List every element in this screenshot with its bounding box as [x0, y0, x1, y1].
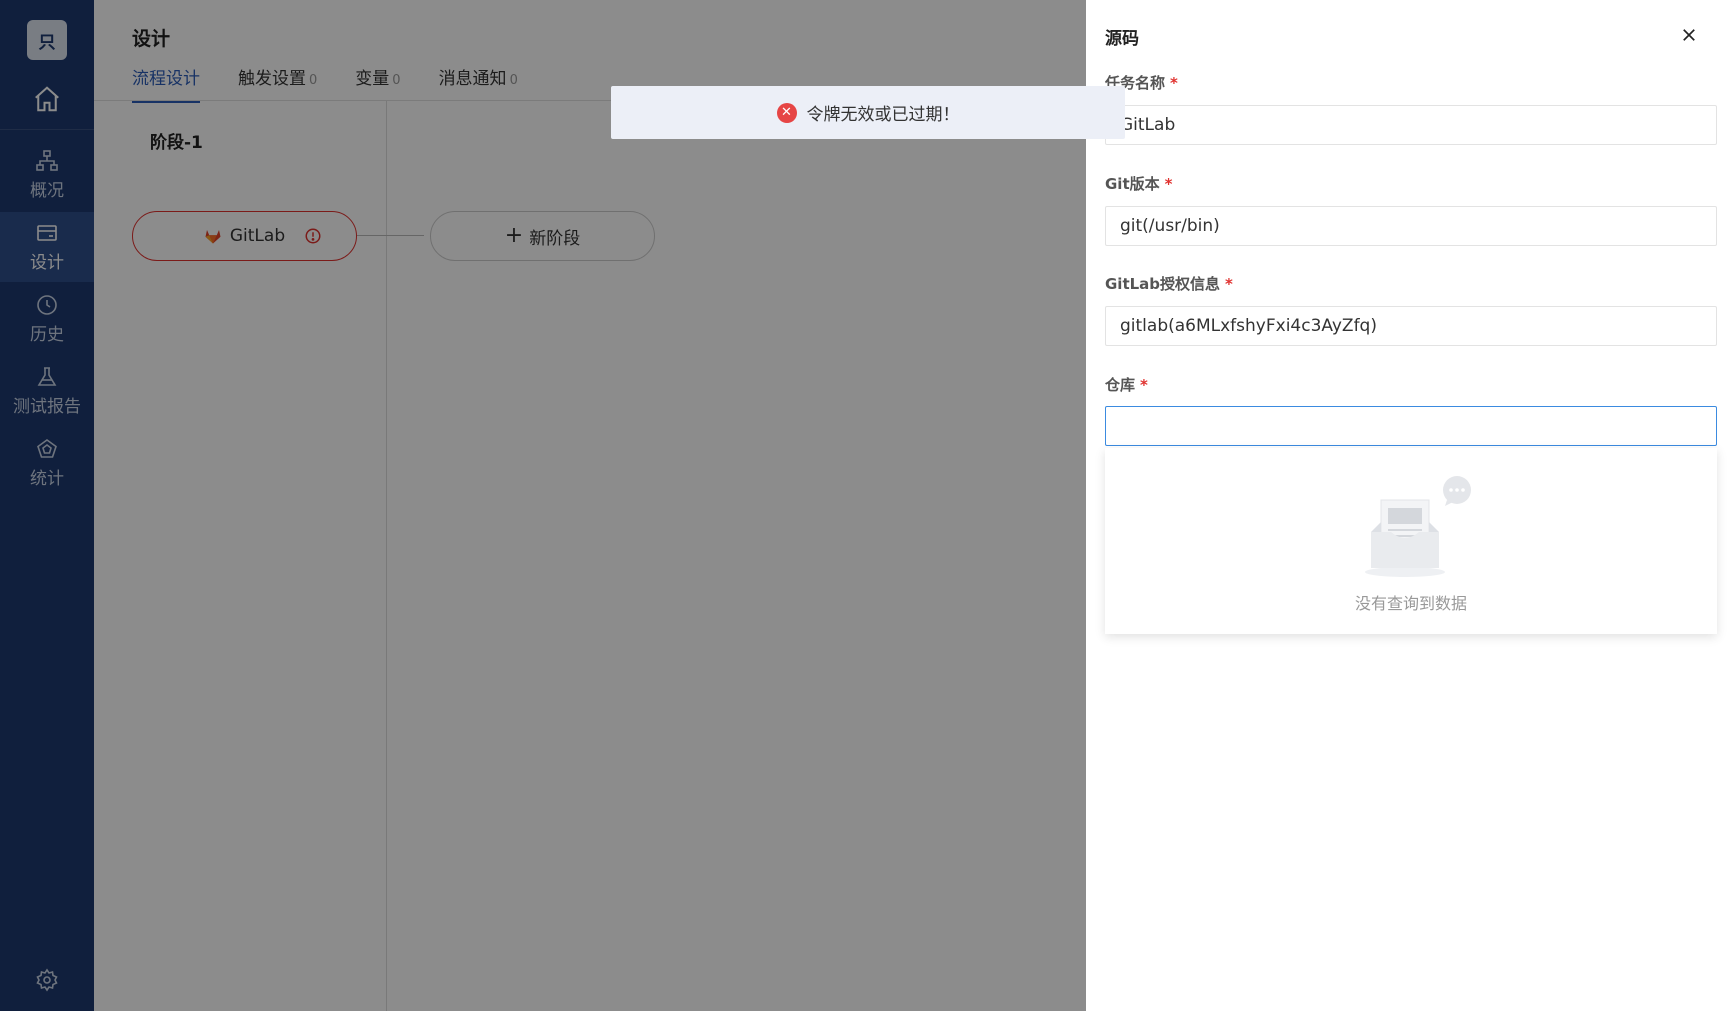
empty-text: 没有查询到数据: [1354, 594, 1467, 613]
source-drawer: 源码 任务名称 * GitLab Git版本 * git(/usr/bin) Git…: [1086, 0, 1735, 1011]
empty-inbox-icon: [1365, 476, 1471, 577]
overlay-mask[interactable]: [0, 0, 1086, 1011]
task-name-input[interactable]: GitLab: [1105, 105, 1717, 145]
close-button[interactable]: [1676, 22, 1702, 48]
close-icon: [1683, 29, 1695, 41]
git-version-select[interactable]: git(/usr/bin): [1105, 206, 1717, 246]
repo-label: 仓库 *: [1105, 376, 1148, 394]
toast-message: 令牌无效或已过期！: [806, 105, 960, 125]
repo-input[interactable]: [1105, 406, 1717, 446]
drawer-title: 源码: [1105, 29, 1139, 49]
auth-select[interactable]: gitlab(a6MLxfshyFxi4c3AyZfq): [1105, 306, 1717, 346]
error-toast: ✕ 令牌无效或已过期！: [611, 86, 1125, 139]
git-version-label: Git版本 *: [1105, 175, 1173, 193]
error-circle-icon: ✕: [776, 102, 797, 123]
repo-dropdown: 没有查询到数据: [1105, 448, 1717, 634]
auth-label: GitLab授权信息 *: [1105, 275, 1233, 293]
